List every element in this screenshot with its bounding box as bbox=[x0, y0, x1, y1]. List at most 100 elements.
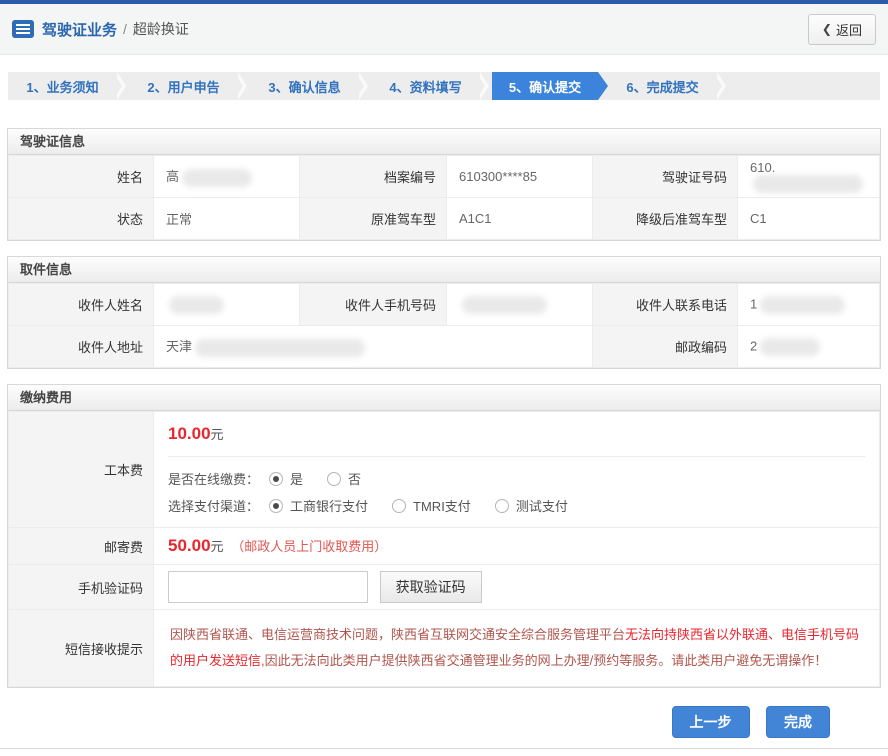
prev-step-button[interactable]: 上一步 bbox=[672, 706, 750, 738]
radio-label: TMRI支付 bbox=[413, 496, 471, 515]
radio-unselected-icon bbox=[392, 499, 406, 513]
back-button-label: 返回 bbox=[836, 20, 862, 39]
page-title: 驾驶证业务 bbox=[42, 19, 117, 40]
fee-amount: 10.00 bbox=[168, 424, 211, 443]
radio-selected-icon bbox=[269, 472, 283, 486]
captcha-cell: 获取验证码 bbox=[154, 565, 880, 610]
radio-label: 工商银行支付 bbox=[290, 496, 368, 515]
step-4-fill-material[interactable]: 4、资料填写 bbox=[371, 72, 480, 100]
file-number-value: 610300****85 bbox=[447, 156, 593, 198]
table-row: 短信接收提示 因陕西省联通、电信运营商技术问题，陕西省互联网交通安全综合服务管理… bbox=[9, 610, 880, 687]
step-separator-icon bbox=[359, 72, 371, 100]
recipient-name-value bbox=[154, 284, 300, 326]
table-row: 手机验证码 获取验证码 bbox=[9, 565, 880, 610]
pickup-section-title: 取件信息 bbox=[8, 257, 880, 283]
sms-notice-text: 因陕西省联通、电信运营商技术问题，陕西省互联网交通安全综合服务管理平台无法向持陕… bbox=[154, 610, 880, 687]
page-header: 驾驶证业务 / 超龄换证 ❮ 返回 bbox=[0, 4, 888, 55]
radio-channel-tmri[interactable]: TMRI支付 bbox=[392, 496, 471, 515]
license-info-table: 姓名 高 档案编号 610300****85 驾驶证号码 610. 状态 正常 … bbox=[8, 155, 880, 240]
payment-channel-question-row: 选择支付渠道： 工商银行支付 TMRI支付 测试支付 bbox=[168, 496, 865, 515]
redacted-value bbox=[760, 296, 845, 314]
license-number-label: 驾驶证号码 bbox=[593, 156, 738, 198]
zip-code-label: 邮政编码 bbox=[593, 326, 738, 368]
recipient-address-label: 收件人地址 bbox=[9, 326, 154, 368]
radio-channel-icbc[interactable]: 工商银行支付 bbox=[269, 496, 368, 515]
radio-label: 否 bbox=[348, 469, 361, 488]
redacted-value bbox=[182, 169, 252, 187]
pickup-info-section: 取件信息 收件人姓名 收件人手机号码 收件人联系电话 1 收件人地址 天津 邮政… bbox=[7, 256, 881, 369]
step-separator-icon bbox=[717, 72, 729, 100]
table-row: 工本费 10.00元 是否在线缴费： 是 否 bbox=[9, 412, 880, 528]
payment-table: 工本费 10.00元 是否在线缴费： 是 否 bbox=[8, 411, 880, 687]
recipient-phone-label: 收件人联系电话 bbox=[593, 284, 738, 326]
recipient-phone-value: 1 bbox=[738, 284, 880, 326]
step-6-complete-submit[interactable]: 6、完成提交 bbox=[608, 72, 717, 100]
downgraded-class-value: C1 bbox=[738, 198, 880, 240]
step-separator-icon bbox=[480, 72, 492, 100]
license-info-section: 驾驶证信息 姓名 高 档案编号 610300****85 驾驶证号码 610. … bbox=[7, 128, 881, 241]
radio-online-yes[interactable]: 是 bbox=[269, 469, 303, 488]
table-row: 收件人姓名 收件人手机号码 收件人联系电话 1 bbox=[9, 284, 880, 326]
pickup-info-table: 收件人姓名 收件人手机号码 收件人联系电话 1 收件人地址 天津 邮政编码 2 bbox=[8, 283, 880, 368]
payment-section-title: 缴纳费用 bbox=[8, 385, 880, 411]
fee-cell: 10.00元 是否在线缴费： 是 否 选择支付渠道： bbox=[154, 412, 880, 528]
name-value: 高 bbox=[154, 156, 300, 198]
divider bbox=[168, 456, 865, 457]
sms-notice-part2: ,因此无法向此类用户提供陕西省交通管理业务的网上办理/预约等服务。请此类用户避免… bbox=[261, 653, 827, 668]
step-5-confirm-submit-active[interactable]: 5、确认提交 bbox=[492, 72, 598, 100]
radio-label: 测试支付 bbox=[516, 496, 568, 515]
step-2-user-declaration[interactable]: 2、用户申告 bbox=[129, 72, 238, 100]
table-row: 状态 正常 原准驾车型 A1C1 降级后准驾车型 C1 bbox=[9, 198, 880, 240]
step-1-business-notice[interactable]: 1、业务须知 bbox=[8, 72, 117, 100]
postage-unit: 元 bbox=[211, 539, 224, 554]
bottom-divider bbox=[0, 748, 888, 749]
online-payment-question: 是否在线缴费： bbox=[168, 469, 259, 488]
captcha-label: 手机验证码 bbox=[9, 565, 154, 610]
recipient-mobile-value bbox=[447, 284, 593, 326]
name-label: 姓名 bbox=[9, 156, 154, 198]
sms-notice-part1: 因陕西省联通、电信运营商技术问题，陕西省互联网交通安全综合服务管理平台 bbox=[170, 627, 625, 642]
radio-online-no[interactable]: 否 bbox=[327, 469, 361, 488]
list-icon bbox=[12, 20, 34, 38]
fee-unit: 元 bbox=[211, 427, 224, 442]
redacted-value bbox=[195, 339, 365, 357]
step-separator-icon bbox=[117, 72, 129, 100]
original-class-value: A1C1 bbox=[447, 198, 593, 240]
get-code-button[interactable]: 获取验证码 bbox=[380, 571, 482, 603]
back-button[interactable]: ❮ 返回 bbox=[808, 14, 876, 45]
breadcrumb-current: 超龄换证 bbox=[133, 19, 189, 39]
breadcrumb-separator: / bbox=[123, 21, 127, 37]
postage-note: （邮政人员上门收取费用） bbox=[231, 539, 387, 554]
step-progress-bar: 1、业务须知 2、用户申告 3、确认信息 4、资料填写 5、确认提交 6、完成提… bbox=[8, 72, 880, 100]
zip-code-value: 2 bbox=[738, 326, 880, 368]
recipient-mobile-label: 收件人手机号码 bbox=[300, 284, 447, 326]
finish-button[interactable]: 完成 bbox=[766, 706, 830, 738]
radio-unselected-icon bbox=[327, 472, 341, 486]
active-step-arrow-icon bbox=[598, 72, 608, 100]
license-section-title: 驾驶证信息 bbox=[8, 129, 880, 155]
online-payment-question-row: 是否在线缴费： 是 否 bbox=[168, 469, 865, 488]
captcha-input[interactable] bbox=[168, 571, 368, 603]
radio-selected-icon bbox=[269, 499, 283, 513]
recipient-address-value: 天津 bbox=[154, 326, 593, 368]
fee-label: 工本费 bbox=[9, 412, 154, 528]
file-number-label: 档案编号 bbox=[300, 156, 447, 198]
step-3-confirm-info[interactable]: 3、确认信息 bbox=[250, 72, 359, 100]
radio-channel-test[interactable]: 测试支付 bbox=[495, 496, 568, 515]
radio-label: 是 bbox=[290, 469, 303, 488]
postage-cell: 50.00元 （邮政人员上门收取费用） bbox=[154, 528, 880, 565]
status-label: 状态 bbox=[9, 198, 154, 240]
chevron-left-icon: ❮ bbox=[822, 22, 832, 36]
downgraded-class-label: 降级后准驾车型 bbox=[593, 198, 738, 240]
redacted-value bbox=[462, 296, 547, 314]
table-row: 收件人地址 天津 邮政编码 2 bbox=[9, 326, 880, 368]
payment-section: 缴纳费用 工本费 10.00元 是否在线缴费： 是 否 bbox=[7, 384, 881, 688]
radio-unselected-icon bbox=[495, 499, 509, 513]
recipient-name-label: 收件人姓名 bbox=[9, 284, 154, 326]
redacted-value bbox=[169, 296, 224, 314]
license-number-value: 610. bbox=[738, 156, 880, 198]
step-separator-icon bbox=[238, 72, 250, 100]
table-row: 邮寄费 50.00元 （邮政人员上门收取费用） bbox=[9, 528, 880, 565]
footer-actions: 上一步 完成 bbox=[0, 706, 830, 738]
status-value: 正常 bbox=[154, 198, 300, 240]
